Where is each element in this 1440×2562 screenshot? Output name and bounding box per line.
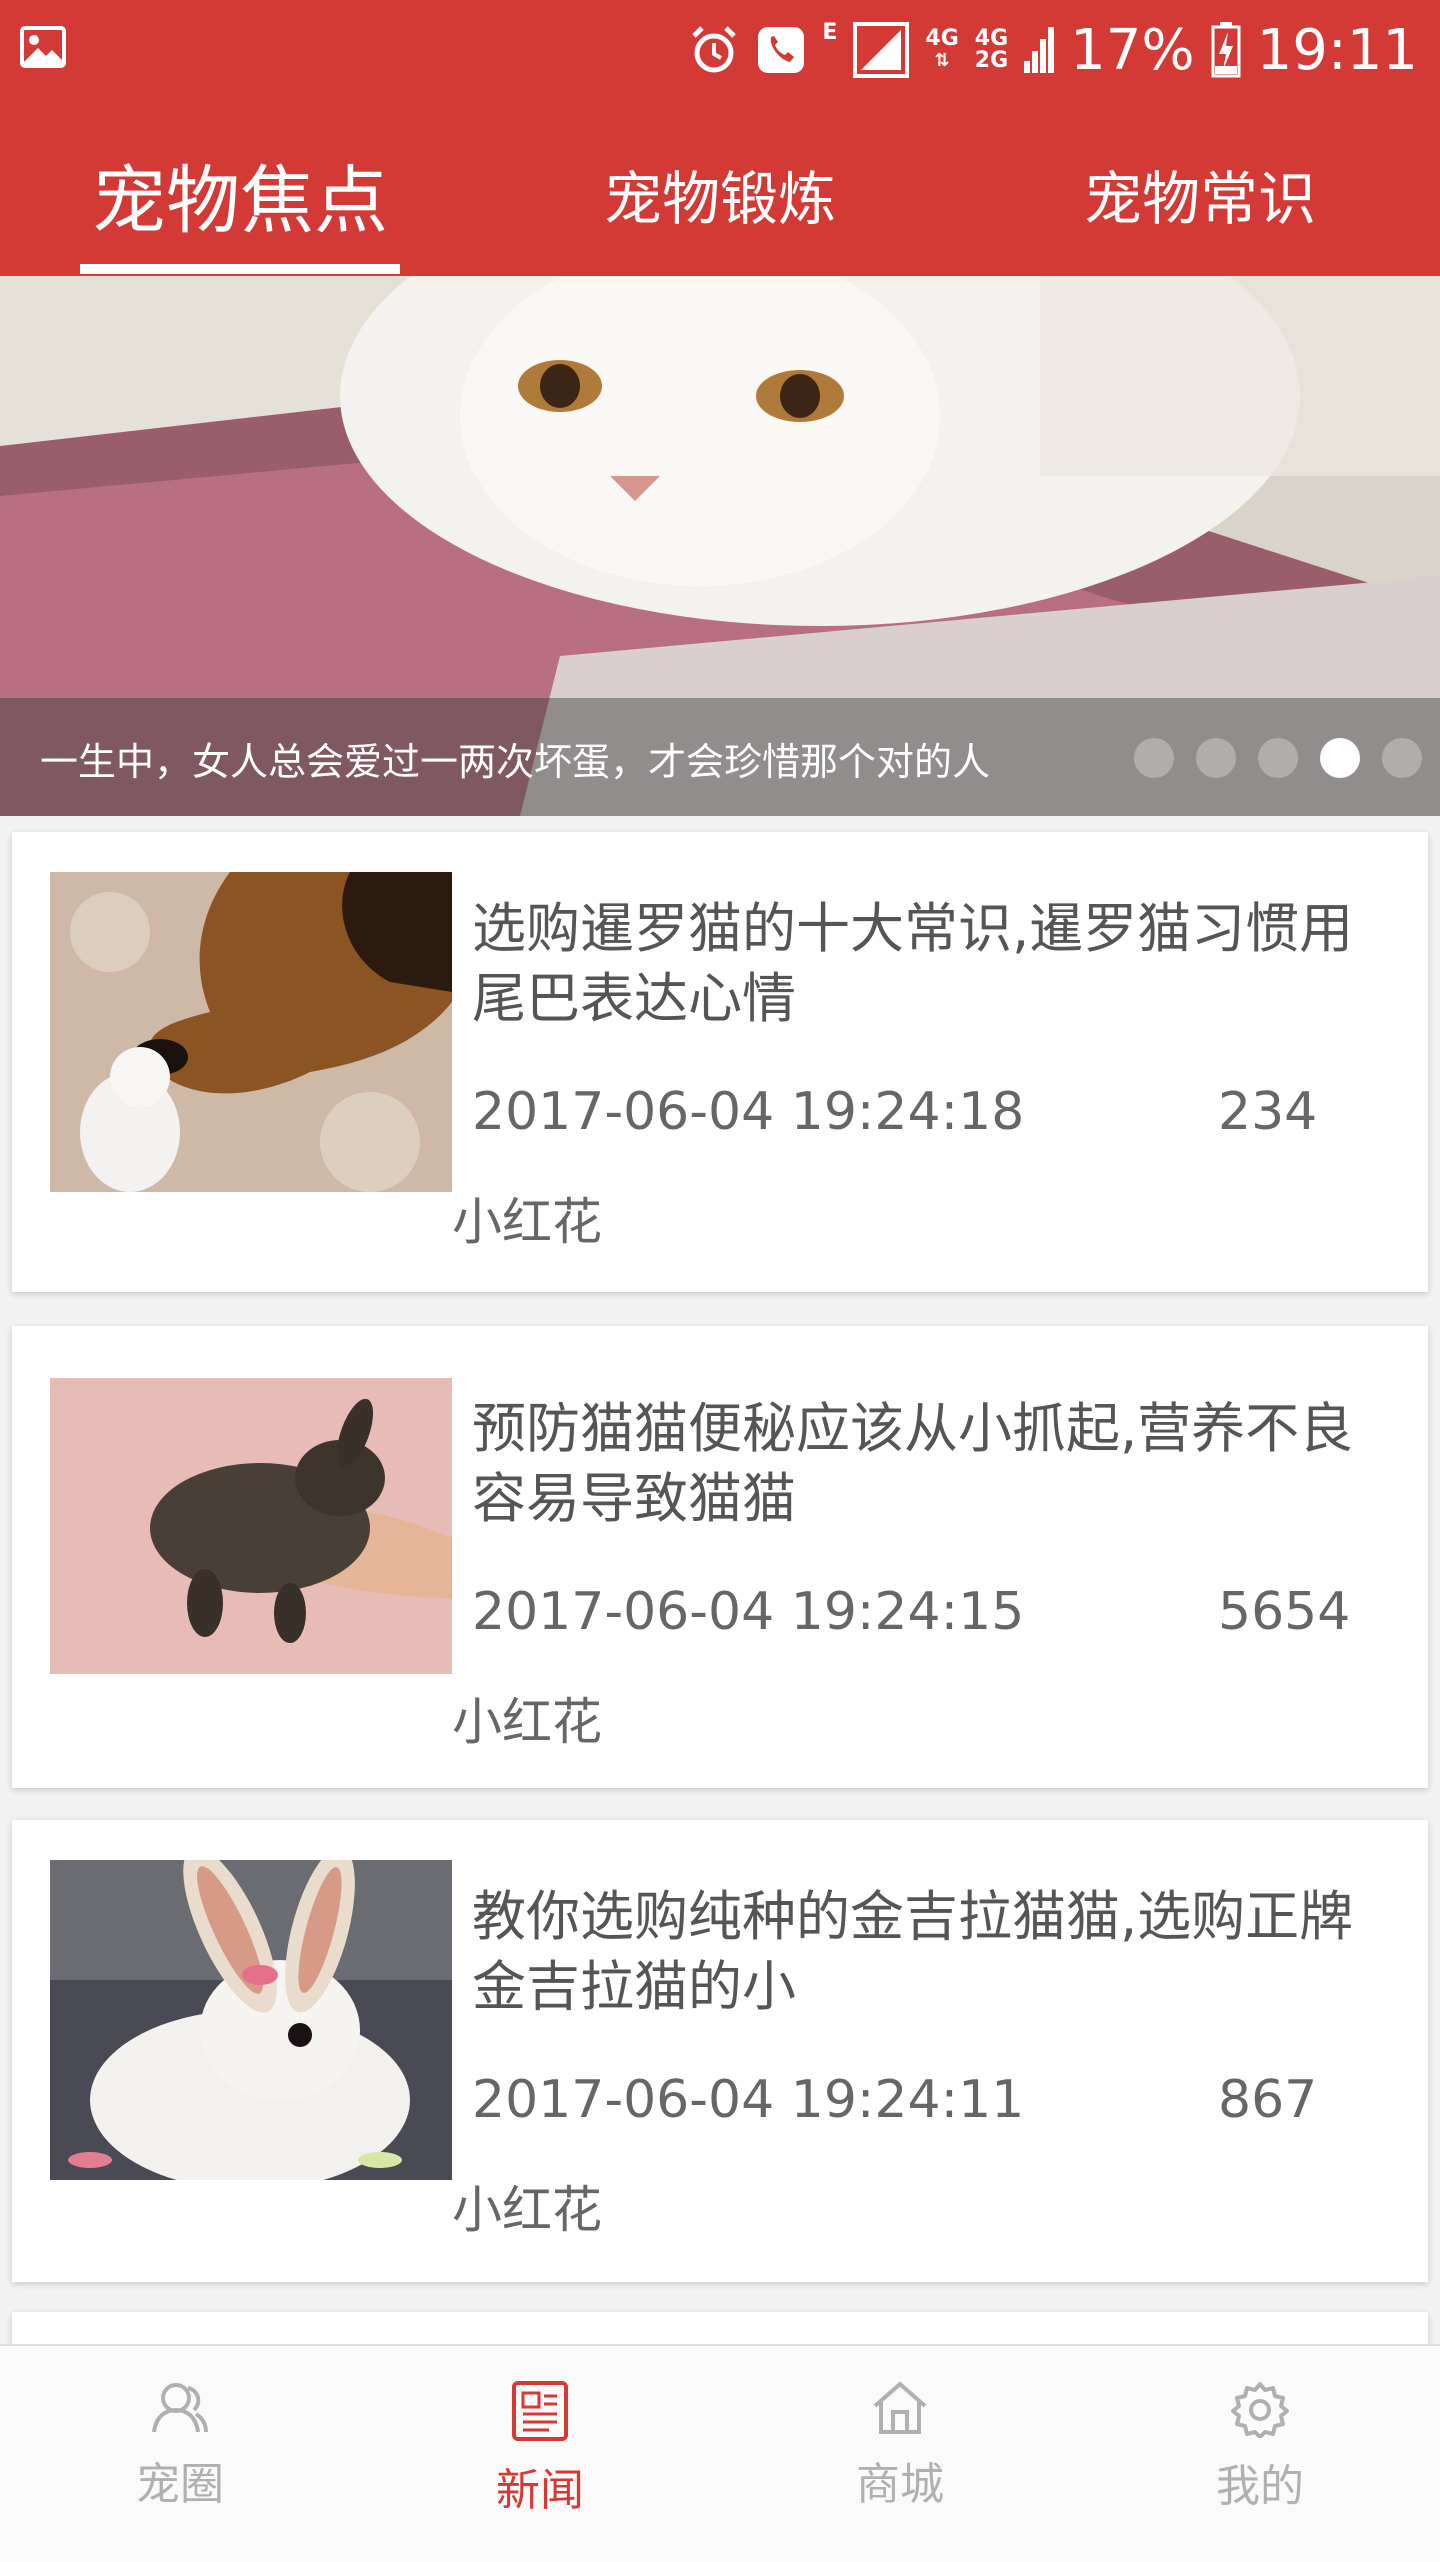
bottom-navigation: 宠圈 新闻 商城 我的 bbox=[0, 2344, 1440, 2562]
rabbit-in-hand-image bbox=[50, 1378, 452, 1674]
tab-pet-knowledge[interactable]: 宠物常识 bbox=[1000, 144, 1400, 244]
carousel-dot[interactable] bbox=[1134, 738, 1174, 778]
news-author: 小红花 bbox=[452, 2181, 602, 2239]
network-4g2-top-label: 4G bbox=[974, 26, 1009, 51]
gallery-notification-icon bbox=[20, 26, 66, 68]
phone-call-icon bbox=[758, 27, 805, 73]
nav-label: 宠圈 bbox=[136, 2459, 224, 2510]
clock-time: 19:11 bbox=[1256, 17, 1418, 83]
category-tab-bar: 宠物焦点 宠物锻炼 宠物常识 bbox=[0, 100, 1440, 276]
news-view-count: 234 bbox=[1218, 1082, 1318, 1142]
tab-label: 宠物锻炼 bbox=[603, 165, 836, 233]
news-thumbnail bbox=[50, 1378, 452, 1674]
news-card[interactable]: 选购暹罗猫的十大常识,暹罗猫习惯用尾巴表达心情 2017-06-04 19:24… bbox=[12, 832, 1428, 1292]
news-author: 小红花 bbox=[452, 1193, 602, 1251]
network-4g2g-indicator: 4G 2G bbox=[975, 28, 1008, 72]
carousel-dot[interactable] bbox=[1196, 738, 1236, 778]
nav-mall[interactable]: 商城 bbox=[800, 2380, 1000, 2540]
news-author: 小红花 bbox=[452, 1693, 602, 1751]
gear-icon bbox=[1231, 2382, 1289, 2438]
alarm-icon bbox=[692, 26, 737, 73]
news-date: 2017-06-04 19:24:11 bbox=[472, 2070, 1025, 2130]
data-arrows-icon: ⇅ bbox=[934, 50, 950, 71]
nav-mine[interactable]: 我的 bbox=[1160, 2380, 1360, 2540]
news-title: 教你选购纯种的金吉拉猫猫,选购正牌金吉拉猫的小 bbox=[472, 1885, 1354, 2018]
carousel-dot[interactable] bbox=[1258, 738, 1298, 778]
banner-carousel[interactable]: 一生中，女人总会爱过一两次坏蛋，才会珍惜那个对的人 bbox=[0, 276, 1440, 816]
news-thumbnail bbox=[50, 1860, 452, 2180]
news-card[interactable]: 预防猫猫便秘应该从小抓起,营养不良容易导致猫猫 2017-06-04 19:24… bbox=[12, 1326, 1428, 1788]
person-icon bbox=[152, 2383, 208, 2433]
network-e-label: E bbox=[822, 20, 838, 45]
active-tab-indicator bbox=[80, 264, 400, 274]
signal-bars-icon bbox=[1024, 27, 1055, 73]
nav-label: 新闻 bbox=[496, 2465, 584, 2516]
tab-label: 宠物常识 bbox=[1083, 165, 1316, 233]
status-bar: E 4G ⇅ 4G 2G 17% 19:11 bbox=[0, 0, 1440, 100]
news-title: 选购暹罗猫的十大常识,暹罗猫习惯用尾巴表达心情 bbox=[472, 897, 1354, 1030]
carousel-dot[interactable] bbox=[1382, 738, 1422, 778]
carousel-dot-active[interactable] bbox=[1320, 738, 1360, 778]
white-rabbit-image bbox=[50, 1860, 452, 2180]
news-date: 2017-06-04 19:24:15 bbox=[472, 1582, 1025, 1642]
battery-charging-icon bbox=[1211, 22, 1241, 78]
battery-percent: 17% bbox=[1070, 17, 1195, 83]
nav-label: 我的 bbox=[1216, 2461, 1304, 2512]
network-4g-indicator: 4G ⇅ bbox=[925, 28, 958, 72]
news-date: 2017-06-04 19:24:18 bbox=[472, 1082, 1025, 1142]
signal-strength-icon bbox=[853, 22, 910, 78]
news-view-count: 867 bbox=[1218, 2070, 1318, 2130]
tab-pet-exercise[interactable]: 宠物锻炼 bbox=[520, 144, 920, 244]
network-2g-label: 2G bbox=[974, 48, 1009, 73]
nav-news[interactable]: 新闻 bbox=[440, 2380, 640, 2540]
news-icon bbox=[512, 2381, 568, 2441]
news-thumbnail bbox=[50, 872, 452, 1192]
news-card[interactable]: 教你选购纯种的金吉拉猫猫,选购正牌金吉拉猫的小 2017-06-04 19:24… bbox=[12, 1820, 1428, 2282]
nav-label: 商城 bbox=[856, 2459, 944, 2510]
tab-pet-focus[interactable]: 宠物焦点 bbox=[40, 144, 440, 244]
tab-label: 宠物焦点 bbox=[92, 157, 388, 244]
carousel-dots bbox=[1134, 738, 1422, 778]
network-4g-label: 4G bbox=[925, 26, 959, 51]
nav-pet-circle[interactable]: 宠圈 bbox=[80, 2380, 280, 2540]
news-view-count: 5654 bbox=[1218, 1582, 1351, 1642]
home-icon bbox=[873, 2381, 927, 2434]
dog-and-kitten-image bbox=[50, 872, 452, 1192]
banner-caption: 一生中，女人总会爱过一两次坏蛋，才会珍惜那个对的人 bbox=[40, 740, 991, 784]
news-title: 预防猫猫便秘应该从小抓起,营养不良容易导致猫猫 bbox=[472, 1397, 1354, 1530]
